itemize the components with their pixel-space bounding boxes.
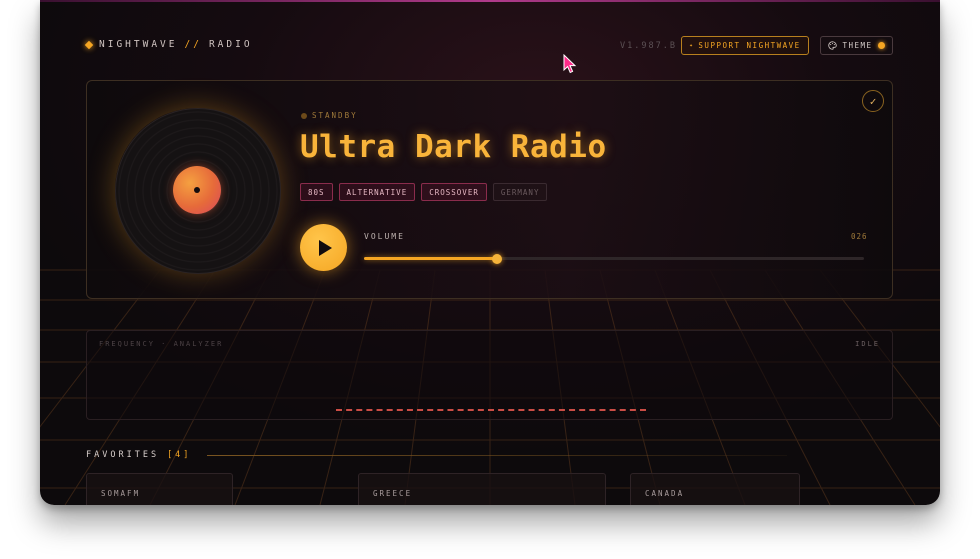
volume-label: VOLUME xyxy=(364,232,405,241)
tag-crossover[interactable]: CROSSOVER xyxy=(421,183,487,201)
diamond-icon xyxy=(84,40,94,49)
favorite-card-somafm[interactable]: SOMAFM xyxy=(86,473,233,505)
play-icon xyxy=(319,239,332,256)
support-button-label: SUPPORT NIGHTWAVE xyxy=(698,41,801,50)
favorites-label: FAVORITES xyxy=(86,450,160,460)
favorite-card-label: GREECE xyxy=(373,489,413,498)
support-nightwave-button[interactable]: ✦ SUPPORT NIGHTWAVE xyxy=(681,36,809,55)
favorite-card-canada[interactable]: CANADA xyxy=(630,473,800,505)
volume-slider-thumb[interactable] xyxy=(491,253,502,264)
brand-separator: // xyxy=(184,39,202,50)
player-status: STANDBY xyxy=(301,111,358,120)
favorite-card-label: CANADA xyxy=(645,489,685,498)
star-icon: ✦ xyxy=(689,42,695,49)
mouse-cursor-icon xyxy=(563,54,577,74)
analyzer-status: IDLE xyxy=(855,340,880,348)
brand-name: NIGHTWAVE xyxy=(99,39,178,50)
check-icon: ✓ xyxy=(869,94,877,108)
theme-button[interactable]: THEME xyxy=(820,36,893,55)
brand-suffix: RADIO xyxy=(208,39,253,50)
palette-icon xyxy=(828,41,838,50)
tag-80s[interactable]: 80S xyxy=(300,183,333,201)
status-dot-icon xyxy=(301,112,307,119)
station-title: Ultra Dark Radio xyxy=(300,129,607,165)
favorites-header: FAVORITES [4] xyxy=(86,450,788,460)
tag-germany[interactable]: GERMANY xyxy=(492,183,548,201)
genre-tags: 80S ALTERNATIVE CROSSOVER GERMANY xyxy=(300,183,548,201)
brand-logo[interactable]: NIGHTWAVE // RADIO xyxy=(84,39,253,50)
analyzer-idle-waveform xyxy=(336,409,646,411)
player-card: STANDBY ✓ Ultra Dark Radio 80S ALTERNATI… xyxy=(86,80,893,299)
volume-slider[interactable] xyxy=(364,253,864,264)
app-window: NIGHTWAVE // RADIO V1.987.B ✦ SUPPORT NI… xyxy=(40,0,940,505)
status-text: STANDBY xyxy=(312,111,358,120)
volume-slider-fill xyxy=(364,257,497,260)
favorite-card-label: SOMAFM xyxy=(101,489,141,498)
favorites-count: [4] xyxy=(167,450,192,460)
tag-alternative[interactable]: ALTERNATIVE xyxy=(338,183,416,201)
theme-color-dot xyxy=(877,42,885,49)
vinyl-spindle-hole xyxy=(194,187,200,193)
play-button[interactable] xyxy=(300,224,347,271)
volume-value: 026 xyxy=(851,232,868,241)
theme-button-label: THEME xyxy=(842,41,873,50)
frequency-analyzer-panel: FREQUENCY · ANALYZER IDLE xyxy=(86,330,893,420)
favorite-card-greece[interactable]: GREECE xyxy=(358,473,606,505)
favorites-divider xyxy=(207,454,788,456)
analyzer-title: FREQUENCY · ANALYZER xyxy=(99,340,224,348)
favorite-check-button[interactable]: ✓ xyxy=(862,90,884,112)
version-label: V1.987.B xyxy=(620,41,677,51)
